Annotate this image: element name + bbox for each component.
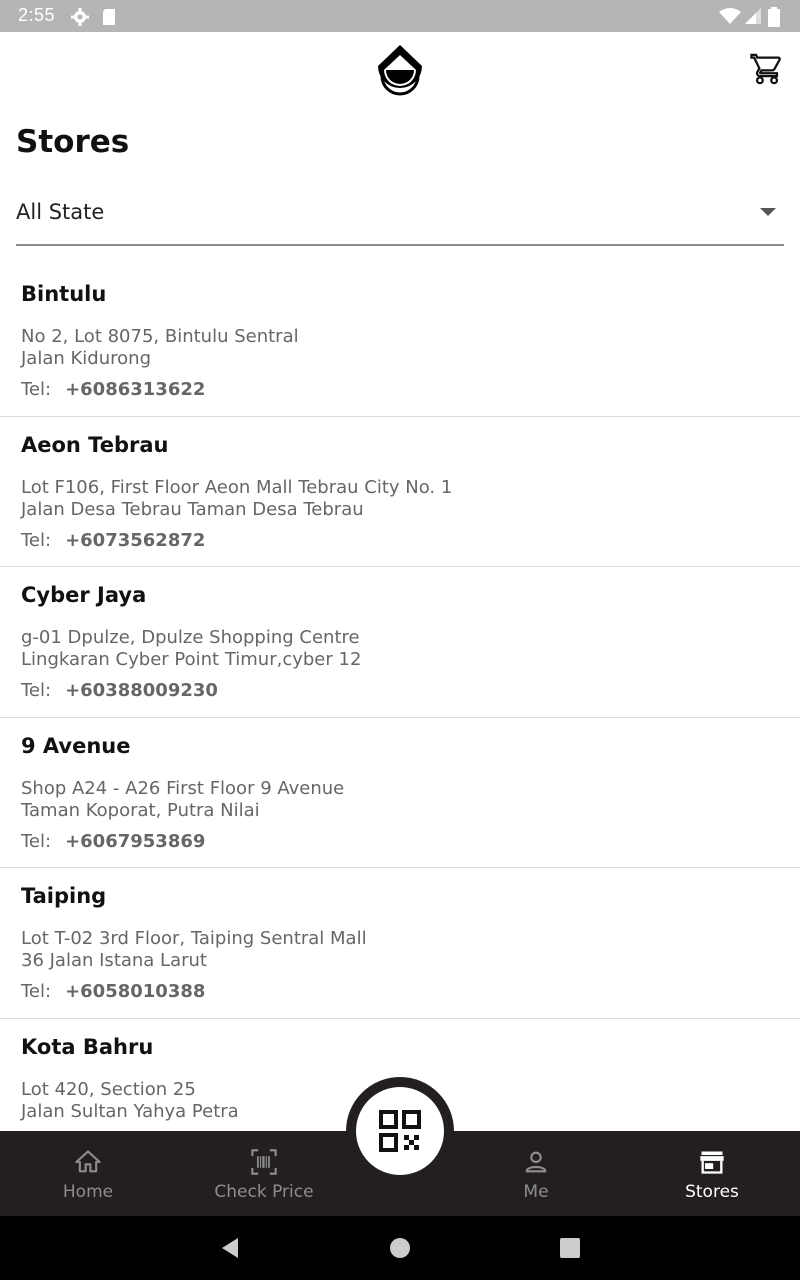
store-name: Taiping bbox=[21, 884, 107, 908]
qr-scan-button[interactable] bbox=[346, 1077, 454, 1185]
tel-number-link[interactable]: +60388009230 bbox=[65, 680, 218, 701]
store-list-item[interactable]: Bintulu No 2, Lot 8075, Bintulu Sentral … bbox=[0, 266, 800, 417]
app-header bbox=[0, 32, 800, 108]
store-address-line2: Jalan Desa Tebrau Taman Desa Tebrau bbox=[21, 498, 364, 520]
store-address-line1: Lot 420, Section 25 bbox=[21, 1078, 196, 1100]
barcode-scan-icon bbox=[251, 1149, 277, 1175]
tel-label: Tel: bbox=[21, 981, 52, 1002]
store-name: Kota Bahru bbox=[21, 1034, 154, 1059]
nav-item-home[interactable]: Home bbox=[8, 1131, 168, 1216]
store-tel: Tel: +60388009230 bbox=[21, 680, 218, 701]
store-name: Aeon Tebrau bbox=[21, 432, 169, 457]
store-tel: Tel: +6073562872 bbox=[21, 530, 205, 551]
wifi-icon bbox=[719, 8, 741, 24]
cart-icon[interactable] bbox=[750, 52, 784, 86]
qr-code-icon bbox=[379, 1110, 421, 1152]
home-icon bbox=[75, 1150, 101, 1173]
store-address-line2: Jalan Kidurong bbox=[21, 348, 151, 369]
store-address-line1: Lot T-02 3rd Floor, Taiping Sentral Mall bbox=[21, 928, 367, 949]
sd-card-icon bbox=[103, 9, 115, 25]
tel-label: Tel: bbox=[21, 830, 52, 852]
nav-item-me[interactable]: Me bbox=[456, 1131, 616, 1216]
tel-number-link[interactable]: +6067953869 bbox=[65, 831, 205, 852]
person-icon bbox=[525, 1151, 547, 1173]
state-dropdown[interactable]: All State bbox=[16, 186, 784, 246]
store-name: Cyber Jaya bbox=[21, 583, 147, 607]
nav-label-home: Home bbox=[62, 1182, 114, 1202]
tel-number-link[interactable]: +6058010388 bbox=[65, 981, 205, 1002]
store-tel: Tel: +6086313622 bbox=[21, 379, 205, 400]
tel-label: Tel: bbox=[21, 379, 52, 400]
store-list-item[interactable]: Cyber Jaya g-01 Dpulze, Dpulze Shopping … bbox=[0, 567, 800, 718]
status-bar: 2:55 bbox=[0, 0, 800, 32]
store-address-line2: 36 Jalan Istana Larut bbox=[21, 950, 207, 971]
recents-icon[interactable] bbox=[558, 1236, 582, 1260]
store-name: Bintulu bbox=[21, 282, 107, 306]
page-title: Stores bbox=[16, 124, 130, 160]
nav-item-stores[interactable]: Stores bbox=[632, 1131, 792, 1216]
brand-logo bbox=[378, 45, 422, 96]
status-time: 2:55 bbox=[18, 5, 56, 25]
signal-icon bbox=[745, 8, 761, 24]
tel-number-link[interactable]: +6086313622 bbox=[65, 379, 205, 400]
store-name: 9 Avenue bbox=[21, 733, 131, 758]
battery-icon bbox=[768, 7, 780, 27]
gear-icon bbox=[71, 8, 89, 26]
system-nav-bar bbox=[0, 1216, 800, 1280]
nav-label-check-price: Check Price bbox=[214, 1182, 314, 1202]
tel-label: Tel: bbox=[21, 529, 52, 551]
nav-item-check-price[interactable]: Check Price bbox=[184, 1131, 344, 1216]
store-list-item[interactable]: Taiping Lot T-02 3rd Floor, Taiping Sent… bbox=[0, 868, 800, 1019]
home-circle-icon[interactable] bbox=[388, 1236, 412, 1260]
store-address-line1: g-01 Dpulze, Dpulze Shopping Centre bbox=[21, 627, 360, 648]
store-address-line1: Shop A24 - A26 First Floor 9 Avenue bbox=[21, 777, 345, 799]
store-address-line2: Taman Koporat, Putra Nilai bbox=[21, 799, 260, 821]
store-tel: Tel: +6067953869 bbox=[21, 831, 205, 852]
chevron-down-icon bbox=[760, 208, 776, 216]
store-list-item[interactable]: 9 Avenue Shop A24 - A26 First Floor 9 Av… bbox=[0, 718, 800, 868]
nav-label-me: Me bbox=[523, 1182, 549, 1202]
nav-label-stores: Stores bbox=[685, 1182, 739, 1202]
store-list-item[interactable]: Aeon Tebrau Lot F106, First Floor Aeon M… bbox=[0, 417, 800, 567]
store-icon bbox=[700, 1151, 724, 1174]
qr-scan-button-face bbox=[356, 1087, 444, 1175]
back-icon[interactable] bbox=[218, 1236, 242, 1260]
state-dropdown-value: All State bbox=[16, 200, 105, 224]
tel-label: Tel: bbox=[21, 680, 52, 701]
tel-number-link[interactable]: +6073562872 bbox=[65, 530, 205, 551]
store-address-line1: No 2, Lot 8075, Bintulu Sentral bbox=[21, 326, 299, 347]
store-address-line2: Jalan Sultan Yahya Petra bbox=[21, 1100, 239, 1122]
store-tel: Tel: +6058010388 bbox=[21, 981, 205, 1002]
store-address-line2: Lingkaran Cyber Point Timur,cyber 12 bbox=[21, 649, 362, 670]
store-list[interactable]: Bintulu No 2, Lot 8075, Bintulu Sentral … bbox=[0, 266, 800, 1131]
store-address-line1: Lot F106, First Floor Aeon Mall Tebrau C… bbox=[21, 476, 453, 498]
